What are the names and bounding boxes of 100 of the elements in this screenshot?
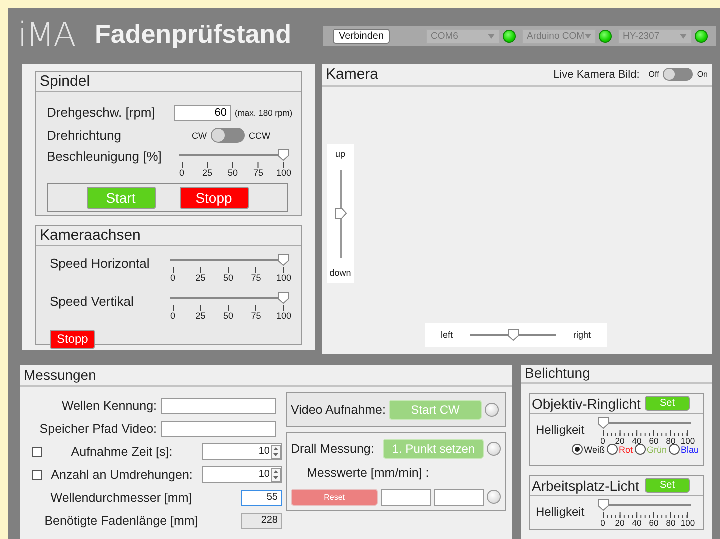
slider[interactable] xyxy=(598,499,693,511)
slider[interactable] xyxy=(598,417,693,429)
caret-icon xyxy=(488,34,495,38)
field-label: Messwerte [mm/min] : xyxy=(307,466,430,480)
slider[interactable] xyxy=(468,329,558,341)
slider-label: down xyxy=(330,268,352,278)
text-field[interactable] xyxy=(161,420,276,436)
radio-label[interactable]: Weiß xyxy=(584,444,605,454)
tick-label: 50 xyxy=(228,168,238,179)
logo: iMA xyxy=(18,14,76,54)
readonly-field: 228 xyxy=(241,512,282,528)
set-button[interactable]: Set xyxy=(645,396,690,411)
slider-label: right xyxy=(573,330,591,340)
radio-label[interactable]: Blau xyxy=(680,444,699,454)
slider[interactable] xyxy=(177,149,289,161)
radio-label[interactable]: Rot xyxy=(618,444,633,454)
group-title: Spindel xyxy=(36,72,301,92)
panel-title: Belichtung xyxy=(521,365,712,384)
field-label: Aufnahme Zeit [s]: xyxy=(70,444,174,458)
tick-label: 20 xyxy=(615,518,625,529)
slider[interactable] xyxy=(334,168,346,260)
toggle-label: CCW xyxy=(249,130,270,140)
tick-label: 100 xyxy=(276,168,292,179)
slider-thumb[interactable] xyxy=(598,499,609,511)
spinner-icon[interactable] xyxy=(271,468,281,482)
set-button[interactable]: Set xyxy=(645,478,690,493)
value-field[interactable] xyxy=(434,488,484,506)
tick-label: 40 xyxy=(632,518,642,529)
group-title: Arbeitsplatz-Licht xyxy=(532,478,640,494)
tick-label: 25 xyxy=(196,311,206,322)
tick-label: 40 xyxy=(632,436,642,446)
toggle-label: Off xyxy=(648,70,660,79)
spin-field[interactable]: 10 xyxy=(202,466,282,483)
spin-field[interactable]: 10 xyxy=(202,443,282,460)
tick-label: 25 xyxy=(196,273,206,284)
slider-thumb[interactable] xyxy=(278,254,289,266)
tick-label: 75 xyxy=(254,168,264,179)
radio-label[interactable]: Grün xyxy=(646,444,667,454)
radio-button[interactable] xyxy=(668,444,680,455)
field-label: Wellendurchmesser [mm] xyxy=(50,490,194,504)
caret-icon xyxy=(584,34,591,38)
tick-label: 80 xyxy=(666,518,676,529)
radio-button[interactable] xyxy=(606,444,618,455)
tick-label: 0 xyxy=(600,436,606,446)
tick-label: 0 xyxy=(180,168,184,179)
checkbox[interactable] xyxy=(32,446,42,456)
slider-thumb[interactable] xyxy=(278,149,289,161)
value-field[interactable] xyxy=(381,488,432,506)
app-title: Fadenprüfstand xyxy=(95,18,292,50)
tick-label: 0 xyxy=(170,311,176,322)
slider[interactable] xyxy=(168,292,289,304)
field-label: Helligkeit xyxy=(536,504,586,519)
slider-thumb[interactable] xyxy=(598,417,609,429)
stop-button[interactable]: Stopp xyxy=(50,330,95,348)
field-label: Speicher Pfad Video: xyxy=(38,422,157,436)
field-label: Beschleunigung [%] xyxy=(47,149,163,164)
tick-label: 20 xyxy=(615,436,625,446)
slider-label: left xyxy=(441,330,454,340)
field-label: Wellen Kennung: xyxy=(61,398,157,412)
start-button[interactable]: Start xyxy=(86,186,156,208)
stop-button[interactable]: Stopp xyxy=(180,186,248,208)
slider[interactable] xyxy=(168,254,289,266)
slider-thumb[interactable] xyxy=(278,292,289,304)
connect-button[interactable]: Verbinden xyxy=(333,28,390,44)
tick-label: 60 xyxy=(649,518,659,529)
port-dropdown[interactable]: Arduino COM xyxy=(522,28,596,44)
number-field[interactable]: 55 xyxy=(241,490,282,506)
spinner-icon[interactable] xyxy=(271,444,281,458)
slider-thumb[interactable] xyxy=(334,208,346,219)
port-dropdown[interactable]: HY-2307 xyxy=(618,28,692,44)
field-label: Drehrichtung xyxy=(47,128,122,143)
tick-label: 80 xyxy=(666,436,676,446)
hint-text: (max. 180 rpm) xyxy=(235,108,293,118)
slider-label: up xyxy=(335,149,346,159)
tick-label: 0 xyxy=(170,273,176,284)
text-field[interactable] xyxy=(161,398,276,414)
tick-label: 100 xyxy=(276,273,292,284)
radio-button[interactable] xyxy=(634,444,646,455)
toggle-label: CW xyxy=(192,130,207,140)
radio-button[interactable] xyxy=(572,444,584,455)
field-label: Drall Messung: xyxy=(291,442,374,456)
field-label: Live Kamera Bild: xyxy=(554,68,640,80)
tick-label: 60 xyxy=(649,436,659,446)
toggle-switch[interactable] xyxy=(211,128,245,143)
field-label: Helligkeit xyxy=(536,422,586,437)
toggle-switch[interactable] xyxy=(663,68,694,81)
field-label: Speed Vertikal xyxy=(50,293,135,309)
slider-thumb[interactable] xyxy=(508,329,519,341)
tick-label: 75 xyxy=(251,311,262,322)
port-dropdown[interactable]: COM6 xyxy=(426,28,500,44)
field-label: Speed Horizontal xyxy=(50,255,151,271)
toggle-label: On xyxy=(697,70,708,79)
tick-label: 0 xyxy=(600,518,606,529)
checkbox[interactable] xyxy=(32,470,42,480)
field-label: Video Aufnahme: xyxy=(291,402,386,416)
speed-field[interactable]: 60 xyxy=(174,104,231,120)
caret-icon xyxy=(680,34,687,38)
tick-label: 100 xyxy=(680,436,696,446)
tick-label: 100 xyxy=(680,518,696,529)
group-title: Kameraachsen xyxy=(36,226,301,246)
